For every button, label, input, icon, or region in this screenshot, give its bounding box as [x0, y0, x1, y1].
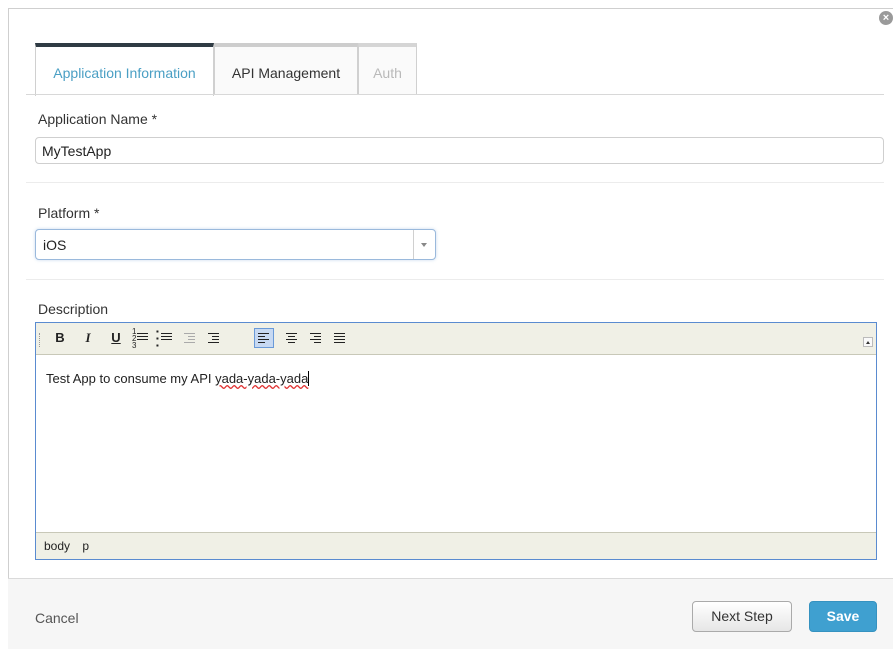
- path-element-body[interactable]: body: [44, 539, 70, 553]
- platform-label: Platform *: [38, 205, 100, 221]
- application-name-input[interactable]: [35, 137, 884, 164]
- description-rich-text-editor[interactable]: B I U 123 ▪ ▪ ▪ Test App to consume my A…: [35, 322, 877, 560]
- underline-icon[interactable]: U: [106, 328, 126, 348]
- editor-content[interactable]: Test App to consume my API yada-yada-yad…: [46, 371, 310, 386]
- platform-select[interactable]: iOS: [35, 229, 436, 260]
- section-divider: [26, 182, 884, 183]
- align-right-icon[interactable]: [306, 328, 326, 348]
- dropdown-toggle[interactable]: [413, 230, 435, 259]
- misspelled-word: yada-yada-yada: [215, 371, 309, 386]
- platform-selected-value: iOS: [43, 237, 67, 253]
- section-divider: [26, 279, 884, 280]
- text-caret: [308, 371, 310, 386]
- italic-icon[interactable]: I: [78, 328, 98, 348]
- numbered-list-icon[interactable]: 123: [130, 328, 150, 350]
- editor-toolbar: B I U 123 ▪ ▪ ▪: [36, 323, 876, 355]
- bulleted-list-icon[interactable]: ▪ ▪ ▪: [154, 328, 174, 350]
- path-element-p[interactable]: p: [82, 539, 89, 553]
- editor-status-path: body p: [36, 532, 876, 559]
- dialog-footer: Cancel Next Step Save: [8, 579, 893, 649]
- application-name-label: Application Name *: [38, 111, 158, 127]
- close-icon[interactable]: ×: [879, 11, 893, 25]
- next-step-button[interactable]: Next Step: [692, 601, 792, 632]
- chevron-down-icon: [421, 243, 427, 247]
- indent-icon[interactable]: [203, 328, 223, 348]
- justify-icon[interactable]: [330, 328, 350, 348]
- align-left-icon[interactable]: [254, 328, 274, 348]
- toolbar-grip-icon: [39, 333, 42, 347]
- toolbar-expand-icon[interactable]: [863, 337, 873, 347]
- tabs-divider: [26, 94, 884, 95]
- editor-text: Test App to consume my API: [46, 371, 216, 386]
- bold-icon[interactable]: B: [50, 328, 70, 348]
- outdent-icon[interactable]: [179, 328, 199, 348]
- cancel-link[interactable]: Cancel: [35, 610, 79, 626]
- tab-auth[interactable]: Auth: [358, 43, 417, 95]
- tab-api-management[interactable]: API Management: [214, 43, 358, 95]
- description-label: Description: [38, 301, 109, 317]
- save-button[interactable]: Save: [809, 601, 877, 632]
- align-center-icon[interactable]: [282, 328, 302, 348]
- tab-application-information[interactable]: Application Information: [35, 43, 214, 96]
